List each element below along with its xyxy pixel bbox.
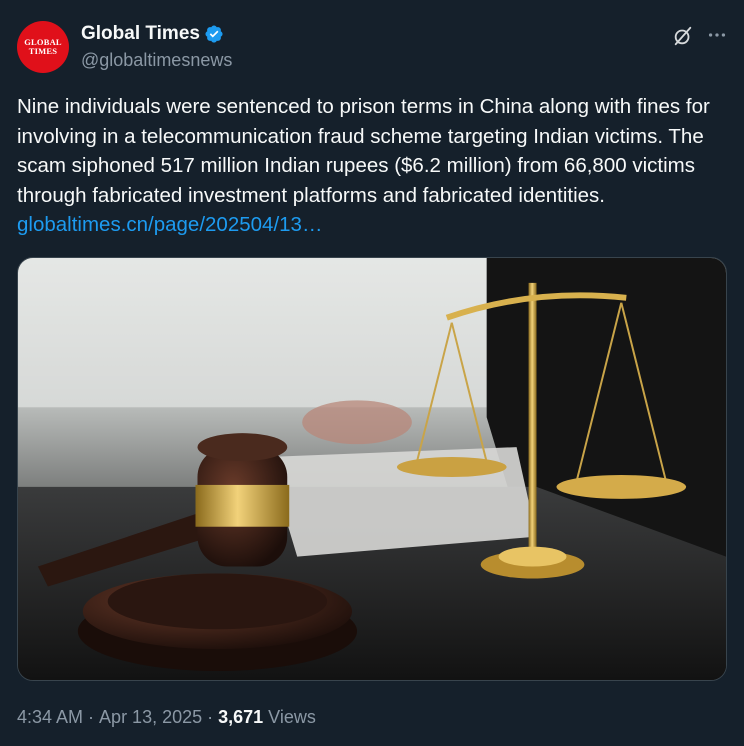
tweet-date[interactable]: Apr 13, 2025 (99, 707, 202, 728)
more-icon[interactable] (706, 24, 728, 46)
views-label: Views (268, 707, 316, 727)
tweet-text: Nine individuals were sentenced to priso… (17, 92, 729, 240)
tweet-link[interactable]: globaltimes.cn/page/202504/13… (17, 213, 322, 236)
tweet-image[interactable] (17, 257, 727, 681)
author-handle[interactable]: @globaltimesnews (81, 50, 232, 71)
tweet: GLOBAL TIMES Global Times @globaltimesne… (0, 0, 744, 746)
verified-badge-icon (205, 25, 223, 43)
tweet-time[interactable]: 4:34 AM (17, 707, 83, 728)
author-display-name[interactable]: Global Times (81, 23, 200, 45)
separator-dot: · (88, 707, 95, 727)
tweet-meta: 4:34 AM · Apr 13, 2025 · 3,671 Views (17, 707, 316, 728)
author-name-row: Global Times (81, 22, 224, 46)
avatar[interactable]: GLOBAL TIMES (17, 21, 69, 73)
grok-icon[interactable] (672, 25, 694, 47)
gavel-and-scales-illustration (18, 258, 726, 680)
avatar-text-line2: TIMES (28, 46, 58, 56)
tweet-body: Nine individuals were sentenced to priso… (17, 95, 716, 207)
views-count: 3,671 (218, 707, 264, 727)
separator-dot: · (207, 707, 214, 727)
